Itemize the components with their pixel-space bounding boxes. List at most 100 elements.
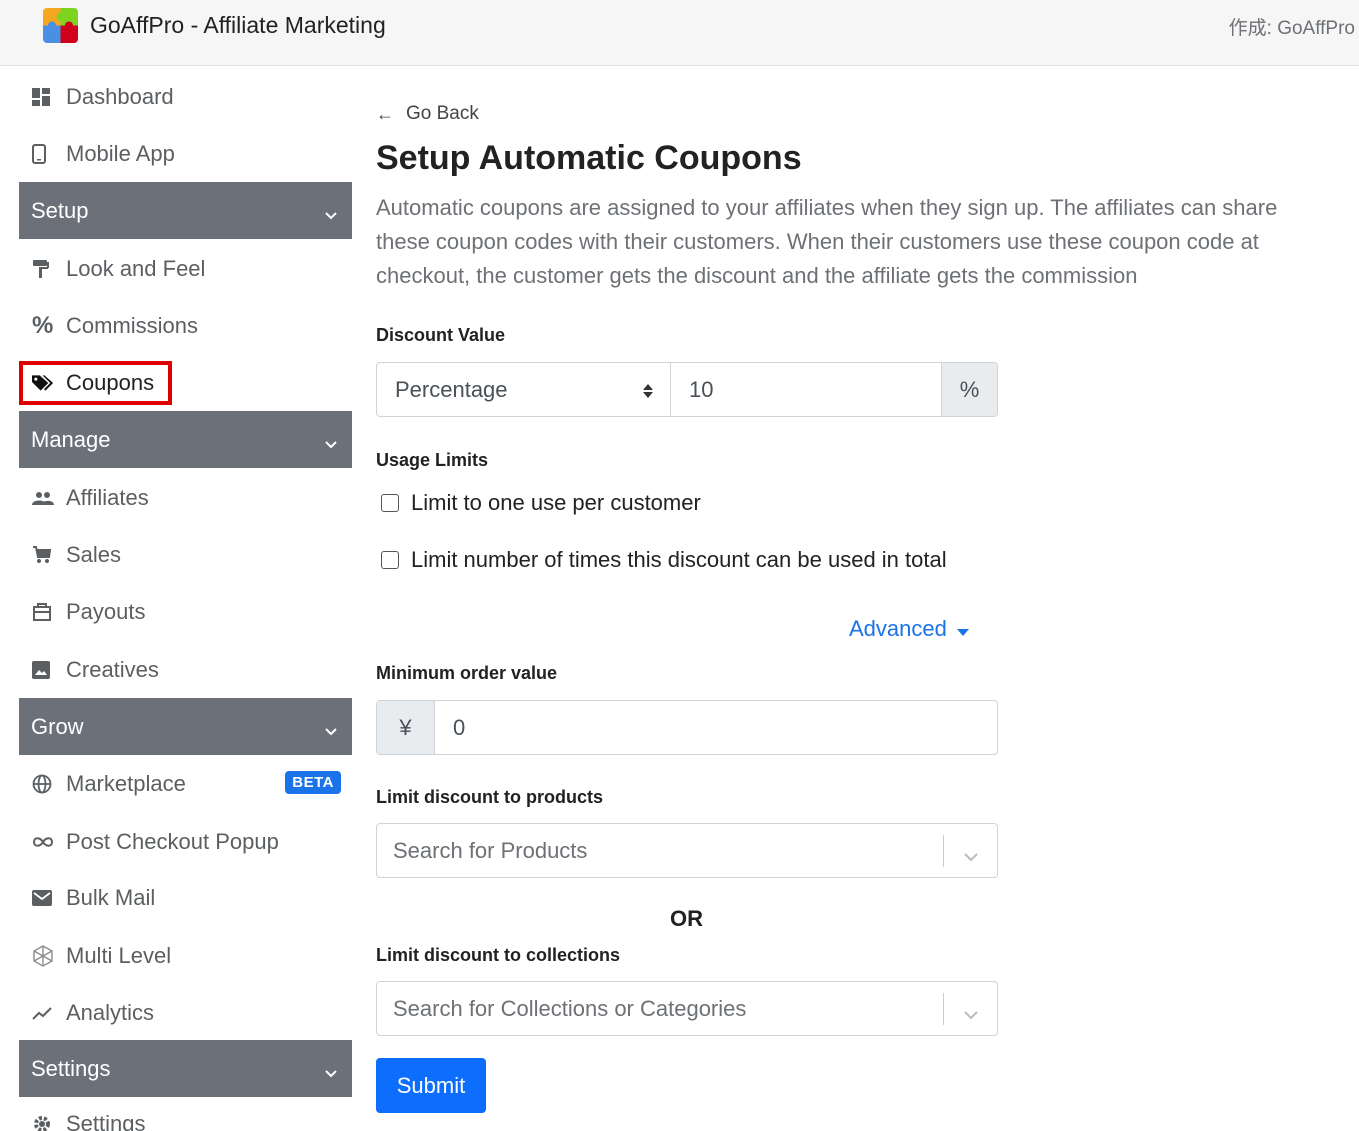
sort-updown-icon <box>642 380 654 406</box>
sidebar-item-commissions[interactable]: % Commissions <box>19 301 352 351</box>
sidebar-item-sales[interactable]: Sales <box>19 530 352 580</box>
chevron-down-icon <box>324 431 338 457</box>
submit-button[interactable]: Submit <box>376 1058 486 1113</box>
chevron-down-icon <box>324 718 338 744</box>
sidebar-item-label: Analytics <box>66 1000 155 1025</box>
advanced-label: Advanced <box>849 615 947 641</box>
cart-icon <box>19 545 55 565</box>
trend-icon <box>19 1006 55 1020</box>
sidebar-item-label: Multi Level <box>66 943 172 968</box>
limit-collections-label: Limit discount to collections <box>376 945 621 965</box>
paint-roller-icon <box>19 259 55 279</box>
sidebar-item-label: Mobile App <box>66 141 175 166</box>
discount-type-select[interactable]: Percentage <box>377 363 671 416</box>
sidebar: Dashboard Mobile App Setup Look and Feel… <box>0 67 352 1131</box>
byline[interactable]: 作成: GoAffPro <box>1229 13 1355 40</box>
separator <box>943 993 944 1025</box>
chevron-down-icon[interactable] <box>963 843 979 869</box>
chevron-down-icon[interactable] <box>963 1001 979 1027</box>
network-icon <box>19 945 55 967</box>
checkbox-label: Limit number of times this discount can … <box>411 547 947 572</box>
sidebar-item-settings[interactable]: Settings <box>19 1099 352 1131</box>
limit-total-checkbox[interactable] <box>381 551 399 569</box>
highlight-box <box>19 361 172 405</box>
page-description: Automatic coupons are assigned to your a… <box>376 195 1278 288</box>
sidebar-item-label: Look and Feel <box>66 256 206 281</box>
checkbox-label: Limit to one use per customer <box>411 490 701 515</box>
sidebar-item-look-and-feel[interactable]: Look and Feel <box>19 244 352 294</box>
sidebar-item-label: Marketplace <box>66 771 186 796</box>
sidebar-item-multi-level[interactable]: Multi Level <box>19 931 352 981</box>
section-label: Setup <box>31 197 89 223</box>
discount-value-group: Percentage 10 % <box>376 362 998 417</box>
chevron-down-icon <box>324 1060 338 1086</box>
percent-suffix: % <box>941 363 997 416</box>
advanced-toggle[interactable]: Advanced <box>849 614 969 643</box>
page-title: Setup Automatic Coupons <box>376 139 802 177</box>
sidebar-item-marketplace[interactable]: Marketplace BETA <box>19 759 352 809</box>
sidebar-item-label: Affiliates <box>66 485 149 510</box>
currency-prefix: ¥ <box>377 701 435 754</box>
dashboard-icon <box>19 88 55 106</box>
sidebar-item-bulk-mail[interactable]: Bulk Mail <box>19 873 352 923</box>
infinity-icon <box>19 836 55 848</box>
products-placeholder: Search for Products <box>393 837 588 863</box>
discount-type-value: Percentage <box>395 376 508 402</box>
arrow-left-icon: ← <box>376 103 394 124</box>
sidebar-section-setup[interactable]: Setup <box>19 182 352 239</box>
sidebar-item-label: Dashboard <box>66 84 174 109</box>
top-bar: GoAffPro - Affiliate Marketing 作成: GoAff… <box>0 0 1359 66</box>
collections-placeholder: Search for Collections or Categories <box>393 995 747 1021</box>
sidebar-item-creatives[interactable]: Creatives <box>19 645 352 695</box>
limit-one-per-customer-row[interactable]: Limit to one use per customer <box>381 490 701 516</box>
collections-search-select[interactable]: Search for Collections or Categories <box>376 981 998 1036</box>
limit-one-per-customer-checkbox[interactable] <box>381 494 399 512</box>
sidebar-item-post-checkout-popup[interactable]: Post Checkout Popup <box>19 817 352 867</box>
min-order-group: ¥ 0 <box>376 700 998 755</box>
percent-icon: % <box>32 312 54 339</box>
go-back-label: Go Back <box>406 103 479 124</box>
sidebar-item-label: Settings <box>66 1111 146 1131</box>
sidebar-section-settings[interactable]: Settings <box>19 1040 352 1097</box>
image-icon <box>19 661 55 679</box>
limit-products-label: Limit discount to products <box>376 787 603 807</box>
sidebar-section-manage[interactable]: Manage <box>19 411 352 468</box>
beta-badge: BETA <box>285 771 341 794</box>
or-divider: OR <box>670 906 703 931</box>
min-order-label: Minimum order value <box>376 663 558 683</box>
sidebar-item-label: Bulk Mail <box>66 885 156 910</box>
chevron-down-icon <box>324 202 338 228</box>
payout-icon <box>19 602 55 622</box>
sidebar-section-grow[interactable]: Grow <box>19 698 352 755</box>
min-order-input[interactable]: 0 <box>435 701 997 754</box>
sidebar-item-affiliates[interactable]: Affiliates <box>19 473 352 523</box>
sidebar-item-payouts[interactable]: Payouts <box>19 587 352 637</box>
discount-amount-input[interactable]: 10 <box>671 363 941 416</box>
mail-icon <box>19 890 55 906</box>
sidebar-item-analytics[interactable]: Analytics <box>19 988 352 1038</box>
app-logo-icon <box>43 8 78 43</box>
usage-limits-label: Usage Limits <box>376 450 489 470</box>
people-icon <box>19 491 55 505</box>
sidebar-item-label: Payouts <box>66 599 146 624</box>
mobile-icon <box>19 144 55 164</box>
go-back-link[interactable]: ← Go Back <box>376 103 479 125</box>
app-title: GoAffPro - Affiliate Marketing <box>90 12 386 38</box>
sidebar-item-mobile-app[interactable]: Mobile App <box>19 129 352 179</box>
main-content: ← Go Back Setup Automatic Coupons Automa… <box>352 67 1359 1131</box>
sidebar-item-label: Post Checkout Popup <box>66 829 279 854</box>
gear-icon <box>19 1114 55 1131</box>
discount-value-label: Discount Value <box>376 325 506 345</box>
globe-icon <box>19 774 55 794</box>
sidebar-item-label: Sales <box>66 542 122 567</box>
section-label: Settings <box>31 1055 111 1081</box>
section-label: Grow <box>31 713 84 739</box>
caret-down-icon <box>956 617 969 643</box>
separator <box>943 835 944 867</box>
section-label: Manage <box>31 426 111 452</box>
sidebar-item-label: Creatives <box>66 657 159 682</box>
products-search-select[interactable]: Search for Products <box>376 823 998 878</box>
limit-total-row[interactable]: Limit number of times this discount can … <box>381 547 947 573</box>
sidebar-item-label: Commissions <box>66 313 199 338</box>
sidebar-item-dashboard[interactable]: Dashboard <box>19 72 352 122</box>
